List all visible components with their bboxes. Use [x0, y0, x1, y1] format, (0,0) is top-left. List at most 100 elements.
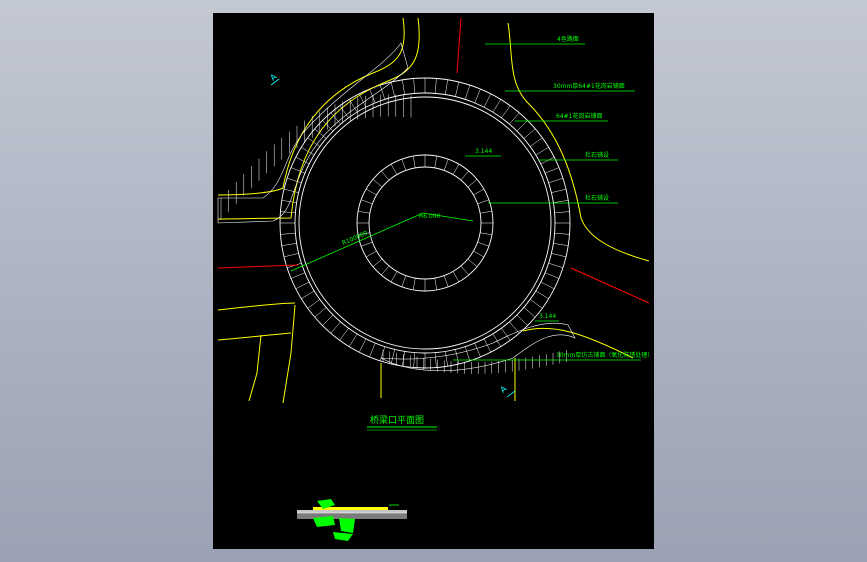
outer-ring-segment — [358, 93, 367, 108]
road-edge-sw-v2 — [248, 334, 262, 402]
outer-ring-segment — [545, 272, 560, 279]
road-edge-sw-top — [217, 302, 296, 311]
outer-ring-segment — [280, 211, 296, 214]
outer-ring-segment — [314, 307, 327, 318]
outer-ring-segment — [483, 338, 492, 353]
inner-ring-segment — [434, 155, 438, 168]
outer-ring-segment — [330, 112, 341, 125]
outer-ring-segment — [548, 262, 563, 269]
inner-ring-segment — [467, 179, 478, 188]
outer-ring-segment — [464, 346, 471, 361]
outer-ring-segment — [402, 79, 405, 95]
outer-ring-segment — [280, 232, 296, 235]
outer-ring-segment — [523, 128, 536, 139]
section-marker-a-bottom: A — [499, 384, 509, 395]
outer-ring-segment — [281, 243, 297, 246]
elevation-label: 3.144 — [475, 148, 492, 155]
outer-ring-segment — [474, 88, 481, 103]
inner-ring-segment — [401, 275, 407, 287]
inner-ring-segment — [467, 258, 478, 267]
inner-ring-segment — [381, 265, 390, 276]
outer-ring-segment — [483, 93, 492, 108]
outer-ring-segment — [516, 314, 528, 326]
outer-ring-segment — [445, 351, 448, 367]
inner-ring-segment — [452, 271, 460, 283]
annotation-label: 30mm厚64#1花岗岩铺面 — [553, 82, 625, 90]
road-edge-sw-low — [217, 332, 292, 341]
outer-ring-segment — [330, 321, 341, 334]
inner-ring-segment — [365, 250, 377, 258]
boundary-line-w — [217, 264, 299, 269]
road-edge-ne — [507, 22, 650, 262]
boundary-line-e — [570, 267, 650, 304]
outer-ring-segment — [307, 299, 320, 309]
outer-ring-segment — [540, 281, 555, 290]
outer-ring-segment — [492, 333, 501, 347]
outer-ring-segment — [283, 253, 299, 258]
outer-ring-segment — [554, 211, 570, 214]
outer-ring-segment — [455, 349, 460, 365]
outer-ring-segment — [281, 200, 297, 203]
outer-ring-segment — [369, 343, 376, 358]
outer-ring-segment — [413, 78, 416, 94]
inner-ring-segment — [365, 188, 377, 196]
inner-ring-segment — [460, 265, 469, 276]
outer-ring-segment — [390, 81, 395, 97]
roundabout-plan: R100000 R6.000 4色路面 30mm厚64#1花岗岩铺面 64#1花… — [217, 17, 653, 541]
inner-ring-segment — [372, 179, 383, 188]
section-marker-tick — [506, 390, 516, 398]
outer-ring-inner-edge — [294, 92, 556, 354]
inner-ring-segment — [412, 155, 416, 168]
inner-ring-segment — [477, 199, 489, 205]
section-marker-a-top: A — [269, 72, 279, 83]
outer-ring-segment — [492, 99, 501, 113]
inner-ring-segment — [480, 210, 493, 214]
inner-ring-segment — [434, 278, 438, 291]
outer-ring-segment — [455, 81, 460, 97]
inner-ring-segment — [443, 159, 449, 171]
outer-ring-segment — [339, 105, 349, 118]
annotation-label: 杜石铺设 — [585, 194, 609, 202]
inner-ring-segment — [372, 258, 383, 267]
outer-ring-segment — [474, 343, 481, 358]
outer-ring-segment — [516, 120, 528, 132]
inner-ring-segment — [401, 159, 407, 171]
inner-ring-segment — [473, 188, 485, 196]
inner-ring-segment — [390, 163, 398, 175]
outer-ring-segment — [339, 328, 349, 341]
outer-ring-segment — [540, 156, 555, 165]
outer-ring-segment — [523, 307, 536, 318]
inner-ring-edge — [356, 154, 494, 292]
outer-ring-segment — [413, 352, 416, 368]
annotation-label: 30mm厚仿古铺面（氧化防锈处理） — [556, 351, 653, 359]
outer-ring-segment — [349, 333, 358, 347]
inner-ring-segment — [443, 275, 449, 287]
road-edge-nw-inner — [217, 17, 420, 220]
outer-ring-segment — [553, 200, 569, 203]
outer-ring-segment — [530, 137, 543, 147]
outer-ring-segment — [535, 290, 549, 299]
outer-ring-segment — [445, 79, 448, 95]
outer-ring-segment — [283, 188, 299, 193]
boundary-line-n — [456, 17, 462, 74]
cad-drawing-sheet: R100000 R6.000 4色路面 30mm厚64#1花岗岩铺面 64#1花… — [213, 13, 654, 549]
inner-ring-segment — [452, 163, 460, 175]
outer-ring-segment — [548, 177, 563, 184]
outer-ring-segment — [530, 299, 543, 309]
outer-ring-segment — [434, 78, 437, 94]
inner-ring-segment — [361, 241, 373, 247]
outer-ring-segment — [464, 85, 471, 100]
ring-pavement — [279, 77, 571, 369]
outer-ring-segment — [509, 112, 520, 125]
outer-ring-segment — [551, 188, 567, 193]
outer-ring-segment — [295, 281, 310, 290]
annotation-label: 杜石铺设 — [585, 151, 609, 159]
road-edge-sw-v1 — [282, 304, 296, 404]
outer-ring-segment — [501, 105, 511, 118]
outer-ring-segment — [434, 352, 437, 368]
inner-ring-segment — [460, 170, 469, 181]
outer-ring-segment — [545, 167, 560, 174]
annotation-label: 64#1花岗岩铺面 — [556, 112, 602, 120]
section-detail — [297, 499, 407, 541]
drawing-title: 桥梁口平面图 — [370, 414, 424, 426]
